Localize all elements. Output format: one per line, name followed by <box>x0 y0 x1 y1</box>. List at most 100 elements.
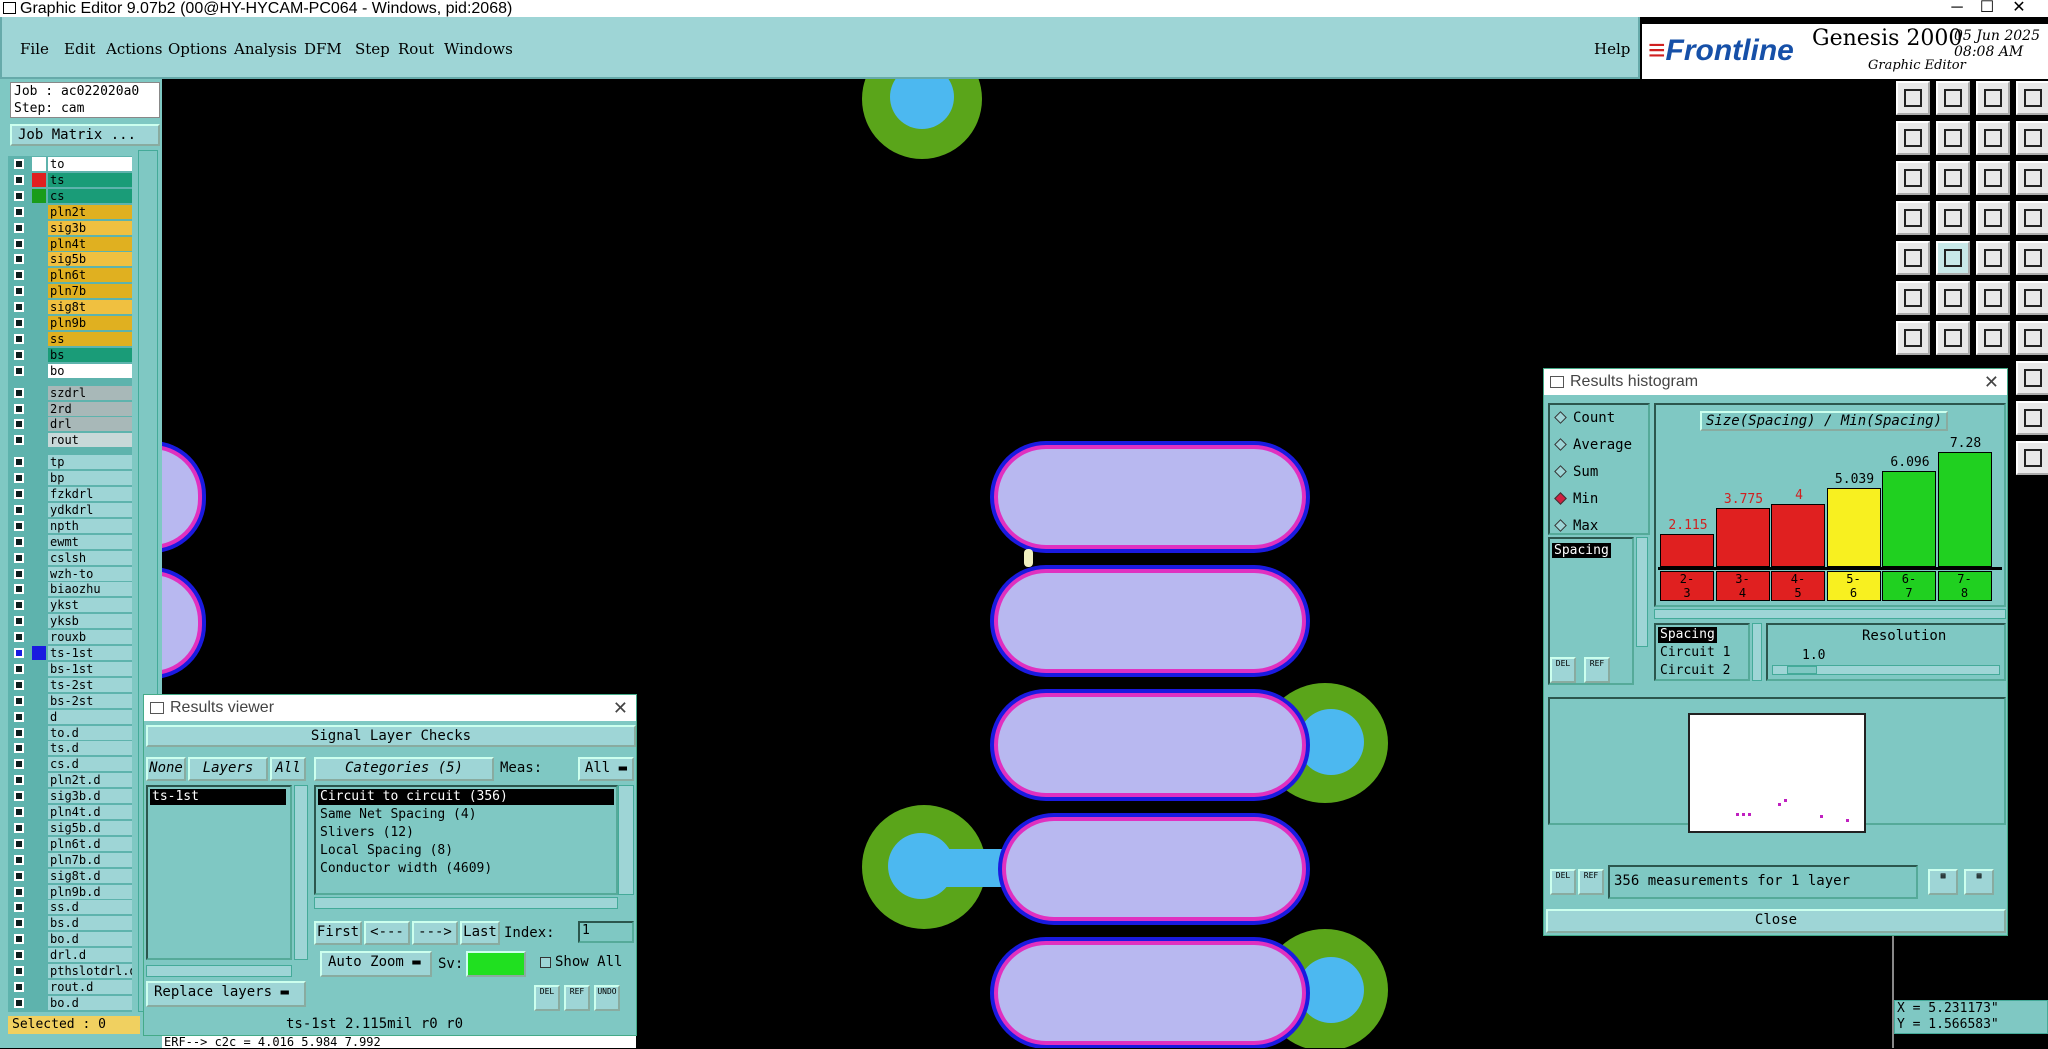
layer-row[interactable]: tp <box>8 454 132 470</box>
layer-row[interactable]: bs.d <box>8 915 132 931</box>
layer-row[interactable]: pln4t <box>8 236 132 251</box>
tool-button-icon[interactable] <box>1936 161 1970 195</box>
layer-checkbox[interactable] <box>14 365 24 376</box>
layer-row[interactable]: ykst <box>8 597 132 613</box>
layer-hscrollbar[interactable] <box>146 965 292 977</box>
category-scrollbar[interactable] <box>618 785 634 895</box>
tool-button-icon[interactable] <box>2016 241 2048 275</box>
layer-row[interactable]: pln6t <box>8 267 132 283</box>
menu-help[interactable]: Help <box>1594 40 1630 58</box>
layer-checkbox[interactable] <box>14 727 24 738</box>
layer-row[interactable]: sig8t.d <box>8 868 132 883</box>
category-item[interactable]: Circuit to circuit (356) <box>318 789 614 805</box>
layer-row[interactable]: bo.d <box>8 995 132 1010</box>
last-button[interactable]: Last <box>460 921 500 945</box>
layer-checkbox[interactable] <box>14 387 24 398</box>
layer-row[interactable]: 2rd <box>8 401 132 416</box>
layer-checkbox[interactable] <box>14 520 24 531</box>
layer-checkbox[interactable] <box>14 504 24 515</box>
layer-checkbox[interactable] <box>14 568 24 579</box>
layer-checkbox[interactable] <box>14 222 24 233</box>
layer-checkbox[interactable] <box>14 600 24 611</box>
layer-row[interactable]: pln7b <box>8 283 132 299</box>
layer-checkbox[interactable] <box>14 318 24 328</box>
tool-button-icon[interactable] <box>2016 121 2048 155</box>
menu-windows[interactable]: Windows <box>444 40 513 58</box>
tool-button-icon[interactable] <box>1896 81 1930 115</box>
tool-button-icon[interactable] <box>1976 281 2010 315</box>
layer-row[interactable]: sig5b <box>8 251 132 267</box>
layer-row[interactable]: cslsh <box>8 550 132 565</box>
mode-sum-radio[interactable]: Sum <box>1554 463 1598 481</box>
menu-edit[interactable]: Edit <box>64 40 95 58</box>
layer-checkbox[interactable] <box>14 349 24 360</box>
layer-checkbox[interactable] <box>14 489 24 499</box>
layer-row[interactable]: sig3b <box>8 220 132 235</box>
tool-button-icon[interactable] <box>1896 241 1930 275</box>
layer-row[interactable]: ts <box>8 172 132 187</box>
layer-row[interactable]: bs-2st <box>8 693 132 708</box>
layer-checkbox[interactable] <box>14 775 24 786</box>
layer-checkbox[interactable] <box>14 648 24 658</box>
histogram-bar[interactable] <box>1715 508 1770 567</box>
attr-item[interactable]: Circuit 1 <box>1658 645 1732 661</box>
layer-row[interactable]: sig8t <box>8 299 132 315</box>
layers-button[interactable]: Layers <box>188 757 268 781</box>
replace-layers-select[interactable]: Replace layers ▬ <box>146 981 306 1007</box>
all-button[interactable]: All <box>270 757 306 781</box>
menu-analysis[interactable]: Analysis <box>234 40 297 58</box>
layer-checkbox[interactable] <box>14 190 24 201</box>
layer-checkbox[interactable] <box>14 854 24 865</box>
mode-max-radio[interactable]: Max <box>1554 517 1598 535</box>
tool-button-icon[interactable] <box>1936 121 1970 155</box>
tool-button-icon[interactable] <box>1976 121 2010 155</box>
layer-checkbox[interactable] <box>14 403 24 414</box>
tool-button-icon[interactable] <box>1976 201 2010 235</box>
layer-checkbox[interactable] <box>14 918 24 929</box>
histogram-ref-button[interactable]: REF <box>1584 657 1610 683</box>
layer-checkbox[interactable] <box>14 759 24 770</box>
results-viewer-close-icon[interactable]: ✕ <box>613 695 628 721</box>
layer-checkbox[interactable] <box>14 632 24 643</box>
layer-row[interactable]: pln9b <box>8 315 132 330</box>
tool-button-icon[interactable] <box>2016 441 2048 475</box>
histogram-bar[interactable] <box>1660 534 1714 567</box>
layer-row[interactable]: ss <box>8 331 132 346</box>
tool-button-icon[interactable] <box>2016 201 2048 235</box>
layer-checkbox[interactable] <box>14 333 24 344</box>
layer-checkbox[interactable] <box>14 743 24 754</box>
layer-checkbox[interactable] <box>14 870 24 881</box>
histogram-settings-icon[interactable]: ▦ <box>1964 869 1994 895</box>
histogram-close-button[interactable]: Close <box>1546 909 2006 933</box>
tool-button-icon[interactable] <box>1896 281 1930 315</box>
layer-checkbox[interactable] <box>14 997 24 1008</box>
chart-hscrollbar[interactable] <box>1654 609 2006 619</box>
layer-row[interactable]: pln7b.d <box>8 852 132 867</box>
category-list[interactable]: Circuit to circuit (356) Same Net Spacing… <box>314 785 618 895</box>
layer-row[interactable]: to <box>8 156 132 171</box>
maximize-button[interactable]: ☐ <box>1972 0 2002 17</box>
layer-row[interactable]: ts-1st <box>8 645 132 660</box>
attr-item[interactable]: Circuit 2 <box>1658 663 1732 679</box>
job-matrix-button[interactable]: Job Matrix ... <box>10 124 160 146</box>
layer-row[interactable]: fzkdrl <box>8 486 132 501</box>
layer-row[interactable]: npth <box>8 518 132 533</box>
result-layer-item[interactable]: ts-1st <box>150 789 286 805</box>
auto-zoom-select[interactable]: Auto Zoom ▬ <box>320 951 432 977</box>
layer-row[interactable]: ss.d <box>8 899 132 915</box>
layer-checkbox[interactable] <box>14 419 24 430</box>
layer-checkbox[interactable] <box>14 966 24 976</box>
tool-button-icon[interactable] <box>1976 321 2010 355</box>
layer-row[interactable]: rout <box>8 432 132 448</box>
layer-checkbox[interactable] <box>14 950 24 961</box>
tool-button-icon[interactable] <box>1936 241 1970 275</box>
map-ref-button[interactable]: REF <box>1578 869 1604 895</box>
tool-button-icon[interactable] <box>1896 161 1930 195</box>
tool-button-icon[interactable] <box>1976 241 2010 275</box>
layer-checkbox[interactable] <box>14 711 24 722</box>
next-button[interactable]: ---> <box>412 921 458 945</box>
category-item[interactable]: Same Net Spacing (4) <box>318 807 614 823</box>
histogram-bar[interactable] <box>1771 504 1825 567</box>
histogram-bar[interactable] <box>1882 471 1936 567</box>
sv-color-select[interactable] <box>466 951 526 977</box>
